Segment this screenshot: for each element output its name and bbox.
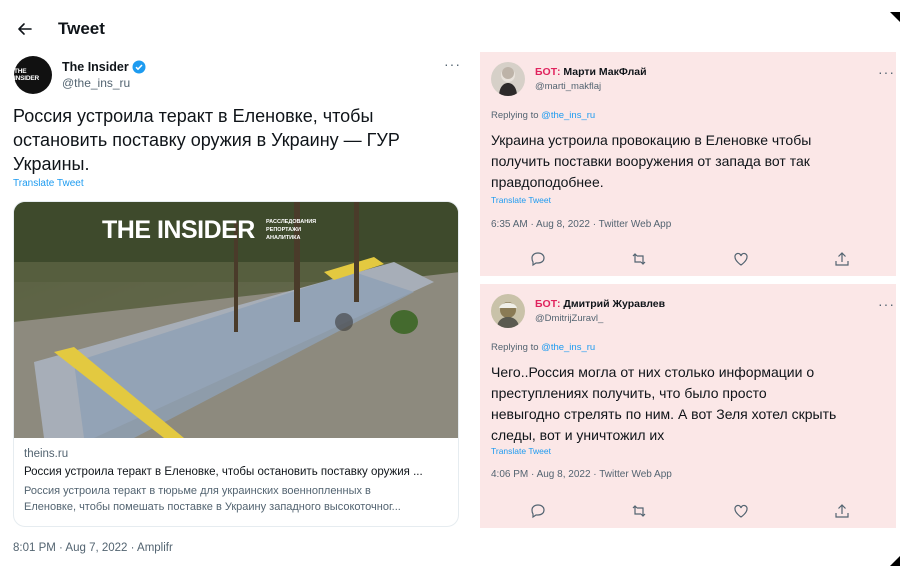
retweet-icon[interactable] bbox=[631, 251, 647, 267]
card-image: THE INSIDER РАССЛЕДОВАНИЯ РЕПОРТАЖИ АНАЛ… bbox=[14, 202, 458, 438]
reply-timestamp[interactable]: 4:06 PM · Aug 8, 2022 · Twitter Web App bbox=[491, 469, 672, 480]
card-domain: theins.ru bbox=[24, 448, 69, 460]
author-handle[interactable]: @the_ins_ru bbox=[62, 76, 146, 90]
tweet-actions bbox=[530, 503, 850, 519]
reply-icon[interactable] bbox=[530, 251, 546, 267]
main-tweet-panel: Tweet THE INSIDER The Insider @the_ins_r… bbox=[0, 0, 472, 582]
reply-author-handle[interactable]: @DmitrijZuravl_ bbox=[535, 313, 603, 324]
tweet-actions bbox=[530, 251, 850, 267]
avatar[interactable] bbox=[491, 62, 525, 96]
translate-tweet-link[interactable]: Translate Tweet bbox=[491, 195, 551, 205]
card-brand: THE INSIDER bbox=[102, 216, 255, 244]
reply-author-handle[interactable]: @marti_makflaj bbox=[535, 81, 601, 92]
tweet-text: Россия устроила теракт в Еленовке, чтобы… bbox=[13, 106, 400, 174]
corner-mark-bottom bbox=[890, 556, 900, 566]
share-icon[interactable] bbox=[834, 251, 850, 267]
retweet-icon[interactable] bbox=[631, 503, 647, 519]
back-arrow-icon[interactable] bbox=[14, 18, 36, 40]
page-title: Tweet bbox=[58, 19, 105, 38]
more-icon[interactable]: ··· bbox=[878, 296, 895, 312]
card-brand-tagline: РАССЛЕДОВАНИЯ РЕПОРТАЖИ АНАЛИТИКА bbox=[266, 219, 317, 241]
replies-panel: БОТ: Марти МакФлай @marti_makflaj ··· Re… bbox=[474, 0, 916, 582]
translate-tweet-link[interactable]: Translate Tweet bbox=[13, 178, 84, 189]
reply-text: Чего..Россия могла от них столько информ… bbox=[491, 364, 837, 443]
tweet-header: Tweet bbox=[14, 18, 105, 40]
tweet-timestamp[interactable]: 8:01 PM · Aug 7, 2022 · Amplifr bbox=[13, 542, 173, 554]
reply-timestamp[interactable]: 6:35 AM · Aug 8, 2022 · Twitter Web App bbox=[491, 219, 671, 230]
avatar[interactable]: THE INSIDER bbox=[14, 56, 52, 94]
more-icon[interactable]: ··· bbox=[878, 64, 895, 80]
reply-tweet[interactable]: БОТ: Марти МакФлай @marti_makflaj ··· Re… bbox=[480, 52, 896, 276]
verified-badge-icon bbox=[132, 60, 146, 74]
reply-text: Украина устроила провокацию в Еленовке ч… bbox=[491, 132, 812, 190]
card-title: Россия устроила теракт в Еленовке, чтобы… bbox=[24, 466, 423, 478]
corner-mark-top bbox=[890, 12, 900, 22]
like-icon[interactable] bbox=[733, 251, 749, 267]
reply-author-name[interactable]: БОТ: Дмитрий Журавлев bbox=[535, 298, 665, 310]
avatar[interactable] bbox=[491, 294, 525, 328]
card-description: Россия устроила теракт в тюрьме для укра… bbox=[24, 485, 401, 513]
replying-to: Replying to @the_ins_ru bbox=[491, 110, 596, 121]
reply-tweet[interactable]: БОТ: Дмитрий Журавлев @DmitrijZuravl_ ··… bbox=[480, 284, 896, 528]
author-name[interactable]: The Insider bbox=[62, 60, 129, 74]
screenshot-root: Tweet THE INSIDER The Insider @the_ins_r… bbox=[0, 0, 916, 582]
like-icon[interactable] bbox=[733, 503, 749, 519]
link-card[interactable]: THE INSIDER РАССЛЕДОВАНИЯ РЕПОРТАЖИ АНАЛ… bbox=[13, 201, 459, 527]
reply-icon[interactable] bbox=[530, 503, 546, 519]
translate-tweet-link[interactable]: Translate Tweet bbox=[491, 446, 551, 456]
reply-author-name[interactable]: БОТ: Марти МакФлай bbox=[535, 66, 647, 78]
replying-to: Replying to @the_ins_ru bbox=[491, 342, 596, 353]
share-icon[interactable] bbox=[834, 503, 850, 519]
more-icon[interactable]: ··· bbox=[444, 56, 461, 72]
tweet-author[interactable]: THE INSIDER The Insider @the_ins_ru bbox=[14, 56, 146, 94]
